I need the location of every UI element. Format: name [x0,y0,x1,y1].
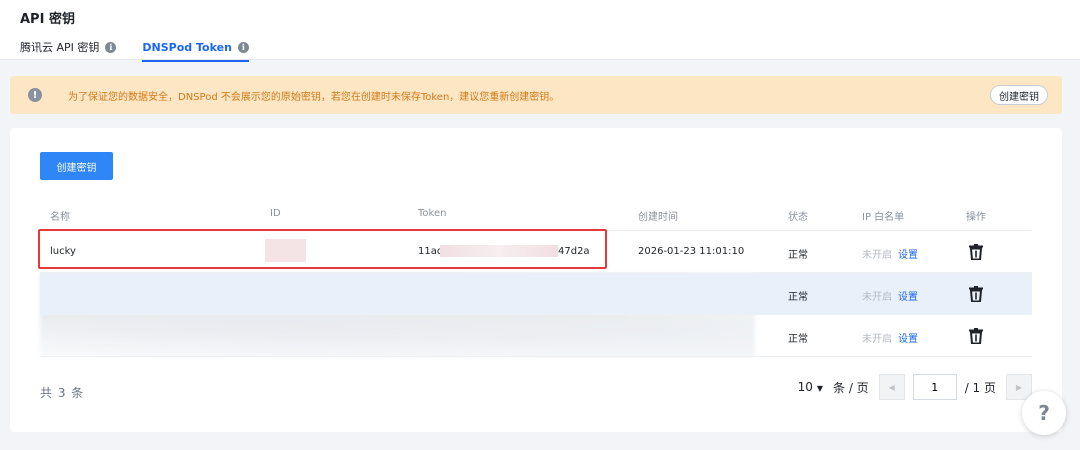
table-row: 正常 未开启 设置 [40,315,1032,357]
created-time: 2026-01-23 11:01:10 [638,246,745,257]
status-text: 正常 [788,250,808,261]
page-title: API 密钥 [20,12,75,27]
tab-label: DNSPod Token [142,40,232,54]
alert-icon: ! [28,88,42,102]
page-number-input[interactable] [912,374,957,400]
ip-whitelist-cell: 未开启 设置 [862,330,918,345]
prev-page-button[interactable]: ◀ [878,374,905,400]
column-header-token: Token [418,208,447,219]
tab-label: 腾讯云 API 密钥 [20,41,100,54]
ip-whitelist-cell: 未开启 设置 [862,246,918,261]
caret-down-icon: ▼ [816,384,823,393]
page-size-value: 10 [797,380,813,394]
whitelist-status: 未开启 [862,250,892,261]
total-count: 共 3 条 [40,386,85,400]
notice-create-key-button[interactable]: 创建密钥 [990,85,1048,105]
table-header: 名称 ID Token 创建时间 状态 IP 白名单 操作 [40,198,1032,231]
page-total: / 1 页 [964,380,996,395]
ip-whitelist-cell: 未开启 设置 [862,288,918,303]
page-size-unit: 条 / 页 [833,380,869,395]
tab-tencent-api-key[interactable]: 腾讯云 API 密钥 i [20,34,117,60]
redacted-id [265,239,306,262]
delete-icon[interactable] [969,244,983,260]
tab-bar: 腾讯云 API 密钥 i DNSPod Token i [20,34,275,62]
status-text: 正常 [788,292,808,303]
status-text: 正常 [788,334,808,345]
token-name: lucky [50,246,76,257]
token-suffix: 47d2a [558,246,590,257]
delete-icon[interactable] [969,328,983,344]
column-header-ip-whitelist: IP 白名单 [862,212,905,223]
whitelist-status: 未开启 [862,292,892,303]
column-header-name: 名称 [50,212,70,223]
info-icon[interactable]: i [105,41,117,53]
token-card: 创建密钥 名称 ID Token 创建时间 状态 IP 白名单 操作 lucky… [10,128,1062,432]
column-header-actions: 操作 [966,212,986,223]
create-key-button[interactable]: 创建密钥 [40,152,113,180]
column-header-status: 状态 [788,212,808,223]
obscured-rows: 正常 未开启 设置 正常 未开启 设置 [40,273,1032,357]
table-row: 正常 未开启 设置 [40,273,1032,315]
whitelist-setting-link[interactable]: 设置 [898,250,918,261]
tab-dnspod-token[interactable]: DNSPod Token i [142,34,249,62]
table-row: lucky 11ad 47d2a 2026-01-23 11:01:10 正常 … [38,229,1032,273]
security-notice: ! 为了保证您的数据安全，DNSPod 不会展示您的原始密钥，若您在创建时未保存… [10,76,1062,114]
help-button[interactable]: ? [1022,391,1066,435]
page-size-select[interactable]: 10 ▼ [798,380,823,394]
column-header-created: 创建时间 [638,212,678,223]
column-header-id: ID [270,208,281,219]
pagination: 10▼ 条 / 页 ◀ / 1 页 ▶ [798,374,1032,400]
whitelist-setting-link[interactable]: 设置 [898,334,918,345]
token-table: 名称 ID Token 创建时间 状态 IP 白名单 操作 lucky 11ad… [38,198,1032,357]
info-icon[interactable]: i [237,41,249,53]
page-header: API 密钥 腾讯云 API 密钥 i DNSPod Token i [0,0,1080,62]
delete-icon[interactable] [969,286,983,302]
whitelist-status: 未开启 [862,334,892,345]
whitelist-setting-link[interactable]: 设置 [898,292,918,303]
redacted-token [440,245,558,257]
notice-text: 为了保证您的数据安全，DNSPod 不会展示您的原始密钥，若您在创建时未保存To… [68,92,560,103]
